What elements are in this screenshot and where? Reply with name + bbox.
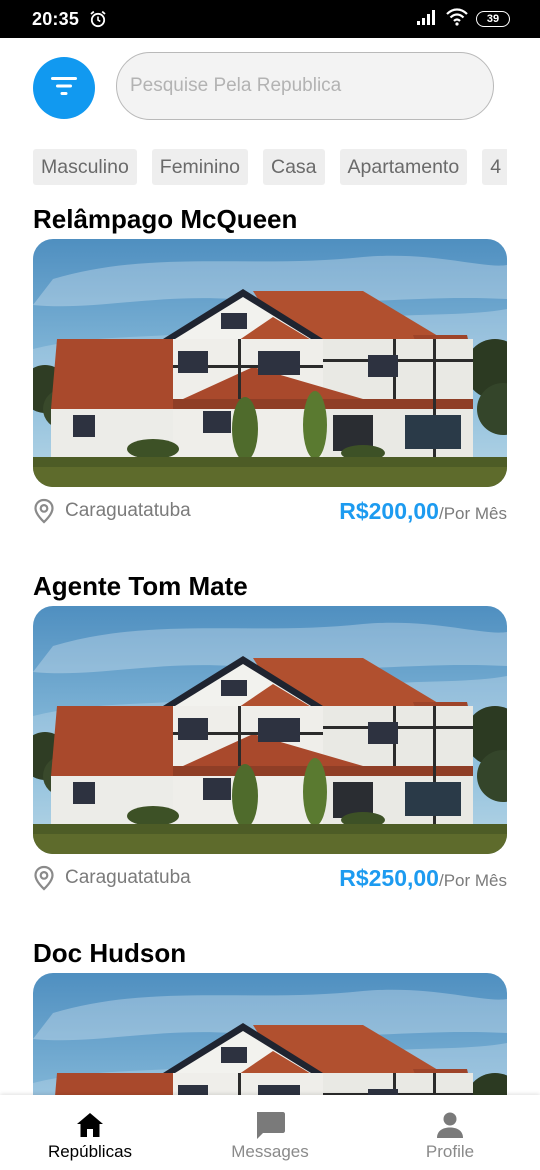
- status-bar: 20:35 39: [0, 0, 540, 38]
- bottom-navigation: Repúblicas Messages Profile: [0, 1095, 540, 1170]
- listing-title: Relâmpago McQueen: [33, 204, 298, 234]
- listing-location: Caraguatatuba: [65, 867, 191, 888]
- listing-price: R$200,00 /Por Mês: [339, 498, 507, 525]
- price-value: R$250,00: [339, 864, 439, 891]
- wifi-icon: [446, 7, 468, 31]
- price-period: /Por Mês: [438, 503, 507, 523]
- listing-price: R$250,00 /Por Mês: [339, 865, 507, 892]
- status-time: 20:35: [32, 8, 80, 29]
- listing-title: Doc Hudson: [33, 938, 187, 968]
- search-input[interactable]: [116, 52, 494, 120]
- chip-apartamento[interactable]: Apartamento: [339, 149, 468, 185]
- chip-feminino[interactable]: Feminino: [151, 149, 248, 185]
- listing-photo[interactable]: [33, 606, 507, 854]
- listing-photo[interactable]: [33, 239, 507, 487]
- nav-label: Messages: [231, 1142, 309, 1161]
- price-period: /Por Mês: [438, 870, 507, 890]
- nav-label: Profile: [425, 1142, 475, 1161]
- location-pin-icon: [33, 865, 55, 891]
- nav-label: Repúblicas: [47, 1142, 133, 1161]
- filter-icon: [51, 76, 77, 101]
- battery-icon: 39: [476, 11, 510, 27]
- message-icon: [254, 1110, 286, 1140]
- chip-4[interactable]: 4: [482, 149, 507, 185]
- filter-button[interactable]: [33, 57, 95, 119]
- listing-card[interactable]: Relâmpago McQueen Caraguatatuba R$200,00…: [33, 203, 507, 526]
- alarm-clock-icon: [89, 10, 107, 28]
- chip-casa[interactable]: Casa: [263, 149, 325, 185]
- listing-location: Caraguatatuba: [65, 500, 191, 521]
- chip-masculino[interactable]: Masculino: [33, 149, 137, 185]
- listing-card[interactable]: Agente Tom Mate Caraguatatuba R$250,00 /…: [33, 570, 507, 893]
- listing-meta: Caraguatatuba R$250,00 /Por Mês: [33, 863, 507, 893]
- signal-icon: [416, 9, 438, 30]
- listing-meta: Caraguatatuba R$200,00 /Por Mês: [33, 496, 507, 526]
- listing-title: Agente Tom Mate: [33, 571, 248, 601]
- price-value: R$200,00: [339, 497, 439, 524]
- nav-item-messages[interactable]: Messages: [180, 1095, 360, 1170]
- location-pin-icon: [33, 498, 55, 524]
- filter-chips: Masculino Feminino Casa Apartamento 4: [33, 149, 507, 185]
- search-header: [33, 52, 494, 120]
- status-indicators: 39: [416, 7, 510, 31]
- nav-item-republicas[interactable]: Repúblicas: [0, 1095, 180, 1170]
- home-icon: [75, 1110, 105, 1140]
- nav-item-profile[interactable]: Profile: [360, 1095, 540, 1170]
- profile-icon: [436, 1110, 464, 1140]
